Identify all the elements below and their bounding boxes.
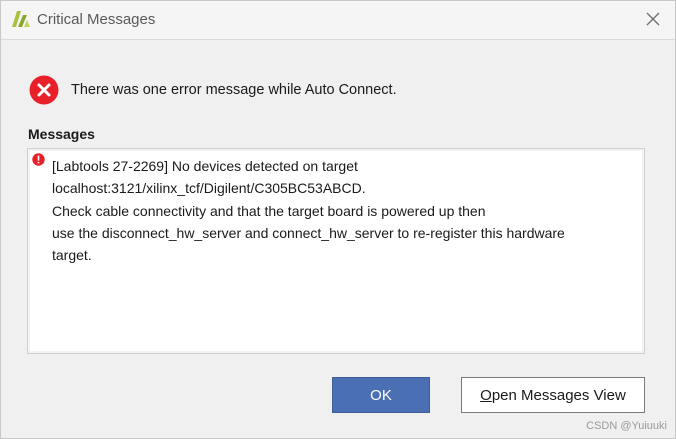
error-summary-text: There was one error message while Auto C… <box>71 82 397 98</box>
message-item[interactable]: [Labtools 27-2269] No devices detected o… <box>52 155 632 266</box>
open-button-mnemonic: O <box>480 386 492 404</box>
message-line: Check cable connectivity and that the ta… <box>52 202 486 219</box>
title-bar: Critical Messages <box>1 1 675 40</box>
message-line: localhost:3121/xilinx_tcf/Digilent/C305B… <box>52 180 366 197</box>
message-error-icon <box>32 153 45 166</box>
open-button-label: pen Messages View <box>491 386 626 404</box>
open-messages-view-button[interactable]: Open Messages View <box>461 377 645 413</box>
messages-heading: Messages <box>28 126 95 142</box>
message-line: [Labtools 27-2269] No devices detected o… <box>52 158 358 174</box>
vivado-logo-icon <box>11 9 31 29</box>
message-line: use the disconnect_hw_server and connect… <box>52 224 565 241</box>
error-icon <box>29 75 59 105</box>
close-icon <box>646 12 660 26</box>
window-title: Critical Messages <box>37 11 156 28</box>
critical-messages-dialog: Critical Messages There was one error me… <box>0 0 676 439</box>
message-line: target. <box>52 247 92 264</box>
close-button[interactable] <box>639 5 667 33</box>
ok-button[interactable]: OK <box>332 377 430 413</box>
watermark-text: CSDN @Yuiuuki <box>586 420 667 432</box>
messages-list[interactable]: [Labtools 27-2269] No devices detected o… <box>27 148 645 354</box>
error-summary: There was one error message while Auto C… <box>29 75 397 105</box>
